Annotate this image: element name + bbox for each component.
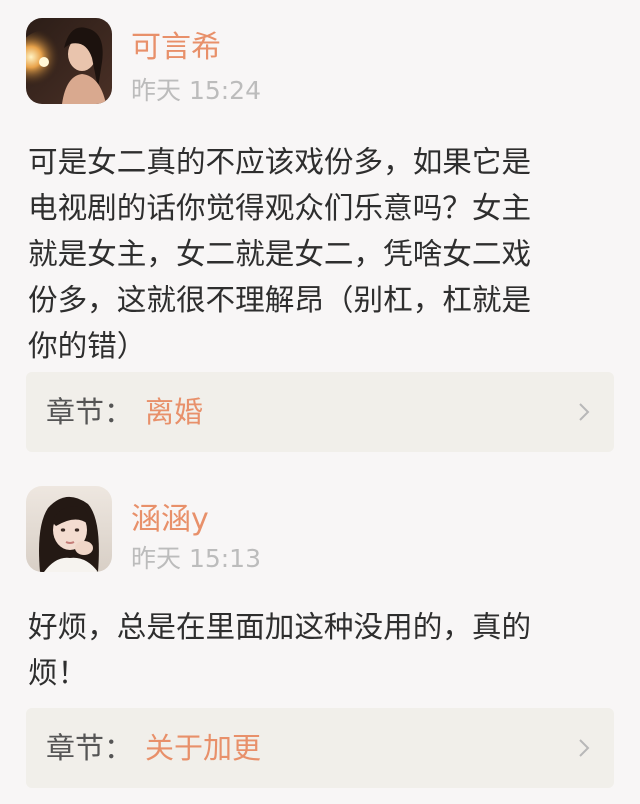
comment-text-line: 可是女二真的不应该戏份多，如果它是 xyxy=(28,145,532,179)
chevron-right-icon xyxy=(579,403,590,421)
username[interactable]: 可言希 xyxy=(131,30,221,66)
chapter-name: 离婚 xyxy=(145,395,204,429)
avatar-girl-portrait-icon xyxy=(26,486,112,572)
comment-text-line: 烦！ xyxy=(28,656,88,690)
avatar-candle-portrait-icon xyxy=(26,18,112,104)
chapter-label: 章节： xyxy=(46,395,134,429)
comment-time: 昨天 15:24 xyxy=(131,76,261,105)
avatar[interactable] xyxy=(26,486,112,572)
chapter-label: 章节： xyxy=(46,731,134,765)
chevron-right-icon xyxy=(579,739,590,757)
avatar[interactable] xyxy=(26,18,112,104)
comment-text-line: 好烦，总是在里面加这种没用的，真的 xyxy=(28,610,532,644)
comment-text-line: 份多，这就很不理解昂（别杠，杠就是 xyxy=(28,283,532,317)
chapter-name: 关于加更 xyxy=(145,731,262,765)
username[interactable]: 涵涵y xyxy=(131,502,209,538)
comment-time: 昨天 15:13 xyxy=(131,544,261,573)
chapter-link[interactable]: 章节： 关于加更 xyxy=(26,708,614,788)
comment-text: 好烦，总是在里面加这种没用的，真的 烦！ xyxy=(28,604,616,696)
comment-text: 可是女二真的不应该戏份多，如果它是 电视剧的话你觉得观众们乐意吗？女主 就是女主… xyxy=(28,139,616,369)
comment-text-line: 你的错） xyxy=(28,329,147,363)
comment-text-line: 电视剧的话你觉得观众们乐意吗？女主 xyxy=(28,191,532,225)
chapter-link[interactable]: 章节： 离婚 xyxy=(26,372,614,452)
comment-text-line: 就是女主，女二就是女二，凭啥女二戏 xyxy=(28,237,532,271)
